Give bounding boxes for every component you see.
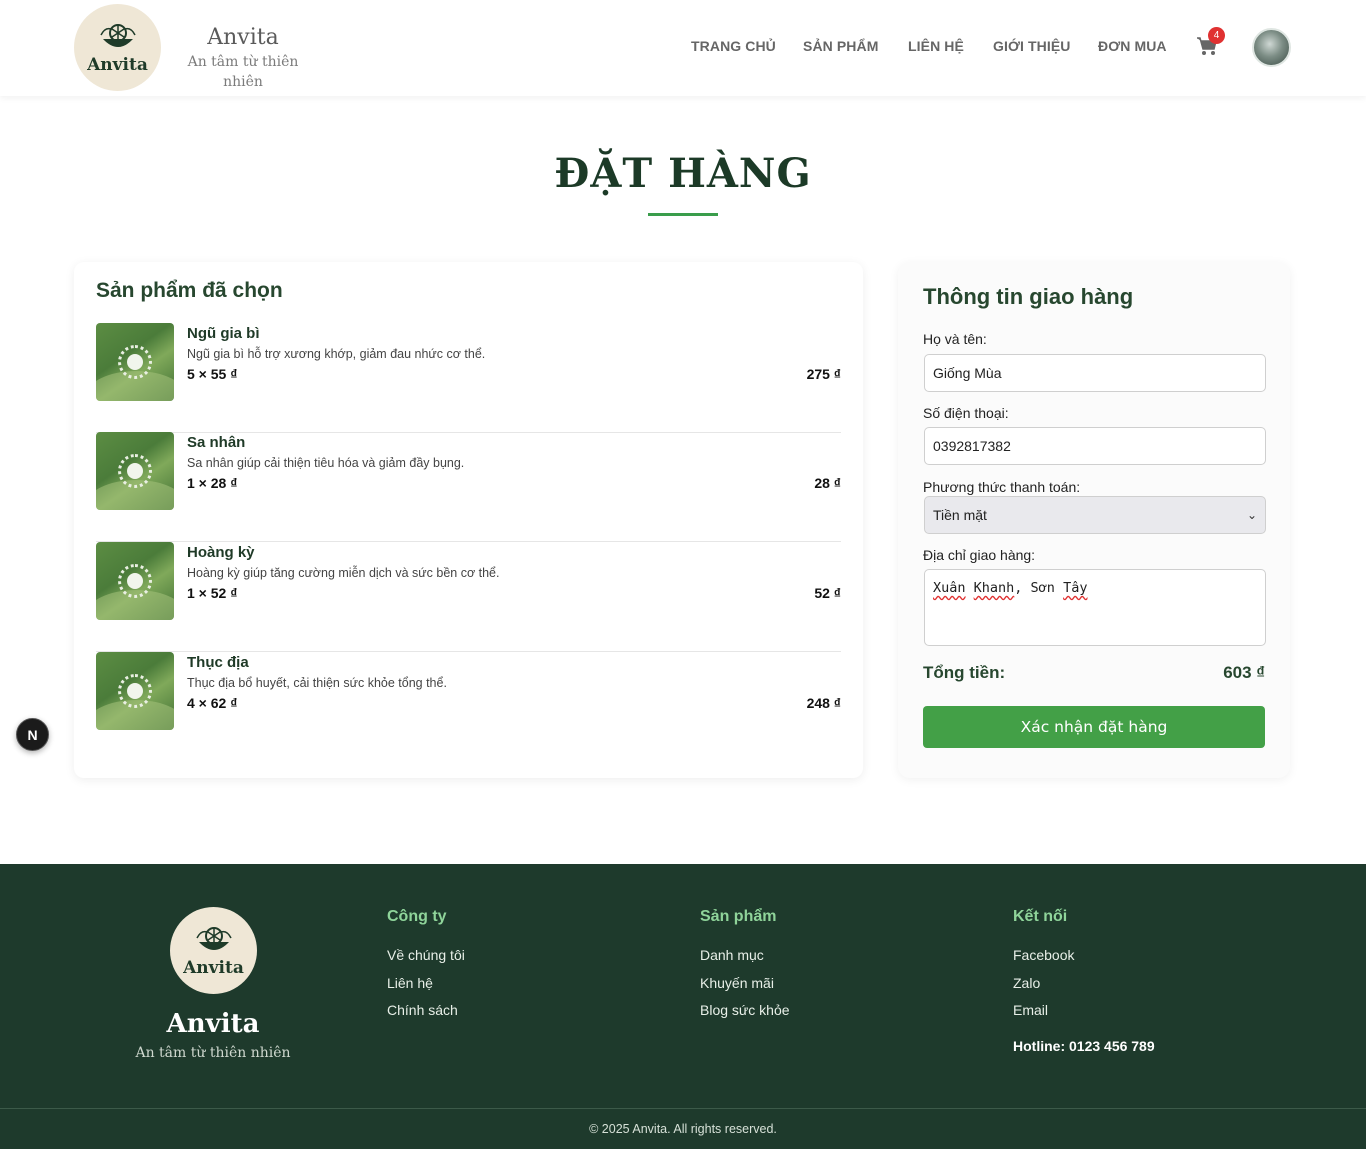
address-text: Khanh [973,580,1015,596]
logo[interactable]: Anvita [74,4,161,91]
footer-company-column: Công ty Về chúng tôi Liên hệ Chính sách [387,908,465,1030]
product-item: Sa nhân Sa nhân giúp cải thiện tiêu hóa … [96,432,841,542]
floating-n-button[interactable]: N [16,718,49,751]
product-thumbnail [96,652,174,730]
product-item: Ngũ gia bì Ngũ gia bì hỗ trợ xương khớp,… [96,323,841,433]
logo-text: Anvita [87,54,148,75]
page-title: ĐẶT HÀNG [554,150,812,197]
payment-method-value: Tiền mặt [933,507,987,523]
footer-logo[interactable]: Anvita [170,907,257,994]
product-quantity-price: 5 × 55 ₫ [187,366,238,382]
nav-item-products[interactable]: SẢN PHẨM [803,38,878,54]
footer-link-facebook[interactable]: Facebook [1013,947,1155,965]
product-item: Thục địa Thục địa bổ huyết, cải thiện sứ… [96,652,841,762]
herb-bowl-icon [99,23,136,47]
nav-item-home[interactable]: TRANG CHỦ [691,38,776,54]
phone-field[interactable]: 0392817382 [924,427,1266,465]
footer-connect-column: Kết nối Facebook Zalo Email Hotline: 012… [1013,908,1155,1054]
products-card-title: Sản phẩm đã chọn [96,279,283,302]
product-item: Hoàng kỳ Hoàng kỳ giúp tăng cường miễn d… [96,542,841,652]
brand-tagline: An tâm từ thiên nhiên [187,54,299,90]
footer-logo-text: Anvita [183,957,244,978]
product-quantity-price: 1 × 52 ₫ [187,585,238,601]
product-description: Ngũ gia bì hỗ trợ xương khớp, giảm đau n… [187,347,486,361]
footer-link-health-blog[interactable]: Blog sức khỏe [700,1002,790,1020]
nav-item-orders[interactable]: ĐƠN MUA [1098,38,1167,54]
brand-name: Anvita [207,25,279,50]
cart-count-badge: 4 [1208,27,1225,44]
footer-link-promotions[interactable]: Khuyến mãi [700,975,790,993]
total-value: 603 ₫ [1223,663,1265,682]
footer-link-catalog[interactable]: Danh mục [700,947,790,965]
footer-link-zalo[interactable]: Zalo [1013,975,1155,993]
title-underline [648,213,718,216]
product-description: Thục địa bổ huyết, cải thiện sức khỏe tổ… [187,676,447,690]
address-text: , Sơn [1014,580,1064,596]
payment-label: Phương thức thanh toán: [923,479,1081,495]
footer-link-policy[interactable]: Chính sách [387,1002,465,1020]
footer-link-email[interactable]: Email [1013,1002,1155,1020]
shipping-card-title: Thông tin giao hàng [923,284,1134,309]
address-text: Xuân [933,580,966,596]
footer-link-contact[interactable]: Liên hệ [387,975,465,993]
product-thumbnail [96,542,174,620]
site-header: Anvita Anvita An tâm từ thiên nhiên TRAN… [0,0,1366,96]
footer-brand: Anvita An tâm từ thiên nhiên [113,1007,313,1065]
product-name: Thục địa [187,654,249,671]
name-label: Họ và tên: [923,331,987,347]
product-thumbnail [96,432,174,510]
product-description: Sa nhân giúp cải thiện tiêu hóa và giảm … [187,456,465,470]
product-total: 28 ₫ [814,475,841,491]
footer-products-column: Sản phẩm Danh mục Khuyến mãi Blog sức kh… [700,908,790,1030]
product-name: Ngũ gia bì [187,325,260,342]
footer-column-title: Sản phẩm [700,908,777,925]
phone-label: Số điện thoại: [923,405,1009,421]
copyright: © 2025 Anvita. All rights reserved. [589,1122,777,1136]
product-quantity-price: 1 × 28 ₫ [187,475,238,491]
product-thumbnail [96,323,174,401]
nav-item-about[interactable]: GIỚI THIỆU [993,38,1071,54]
selected-products-card: Sản phẩm đã chọn Ngũ gia bì Ngũ gia bì h… [74,262,863,778]
shipping-info-card: Thông tin giao hàng Họ và tên: Giống Mùa… [898,262,1290,778]
name-field[interactable]: Giống Mùa [924,354,1266,392]
product-total: 275 ₫ [806,366,841,382]
chevron-down-icon: ⌄ [1246,508,1257,522]
address-label: Địa chỉ giao hàng: [923,547,1036,563]
brand[interactable]: Anvita An tâm từ thiên nhiên [172,24,314,92]
address-text: Tây [1063,580,1088,596]
footer-column-title: Công ty [387,908,447,925]
footer-link-about[interactable]: Về chúng tôi [387,947,465,965]
footer-brand-name: Anvita [166,1009,260,1039]
product-total: 248 ₫ [806,695,841,711]
site-footer: Anvita Anvita An tâm từ thiên nhiên Công… [0,864,1366,1149]
product-description: Hoàng kỳ giúp tăng cường miễn dịch và sứ… [187,566,500,580]
payment-method-select[interactable]: Tiền mặt ⌄ [924,496,1266,534]
product-total: 52 ₫ [814,585,841,601]
product-name: Sa nhân [187,434,246,451]
nav-item-contact[interactable]: LIÊN HỆ [908,38,964,54]
avatar[interactable] [1252,28,1291,67]
footer-divider [0,1108,1366,1109]
address-textarea[interactable]: Xuân Khanh, Sơn Tây [924,569,1266,646]
total-label: Tổng tiền: [923,663,1006,682]
herb-bowl-icon [195,926,232,950]
confirm-order-button[interactable]: Xác nhận đặt hàng [923,706,1265,748]
footer-column-title: Kết nối [1013,908,1068,925]
product-quantity-price: 4 × 62 ₫ [187,695,238,711]
footer-hotline: Hotline: 0123 456 789 [1013,1037,1155,1054]
footer-brand-tagline: An tâm từ thiên nhiên [135,1045,291,1061]
product-name: Hoàng kỳ [187,544,255,561]
